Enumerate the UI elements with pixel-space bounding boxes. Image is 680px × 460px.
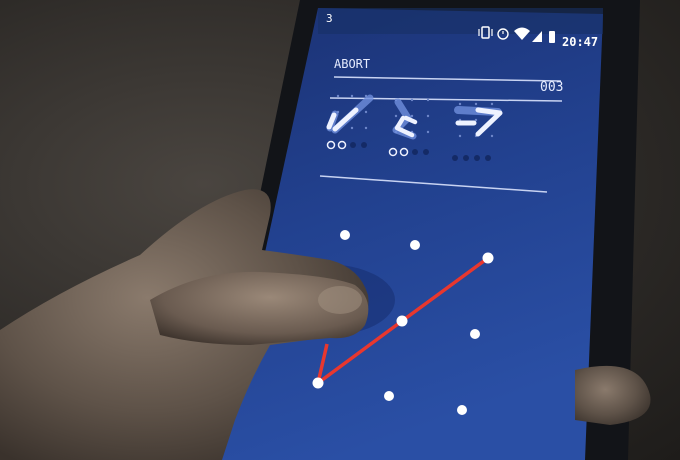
right-finger [575,365,651,425]
pattern-dot[interactable] [470,329,480,339]
pattern-dot[interactable] [396,315,408,327]
phone-screen [220,8,603,460]
abort-button[interactable]: ABORT [334,57,370,71]
attempt-counter: 003 [540,80,563,95]
notification-count: 3 [326,12,333,25]
pattern-dot[interactable] [384,391,394,401]
pattern-dot[interactable] [312,377,324,389]
thumbnail [318,286,362,314]
photo-scene: 3 20:47 ABORT 003 [0,0,651,460]
status-time: 20:47 [562,35,598,49]
pattern-dot[interactable] [410,240,420,250]
pattern-dot[interactable] [340,230,350,240]
pattern-dot[interactable] [482,252,494,264]
pattern-dot[interactable] [457,405,467,415]
battery-icon [549,31,555,43]
